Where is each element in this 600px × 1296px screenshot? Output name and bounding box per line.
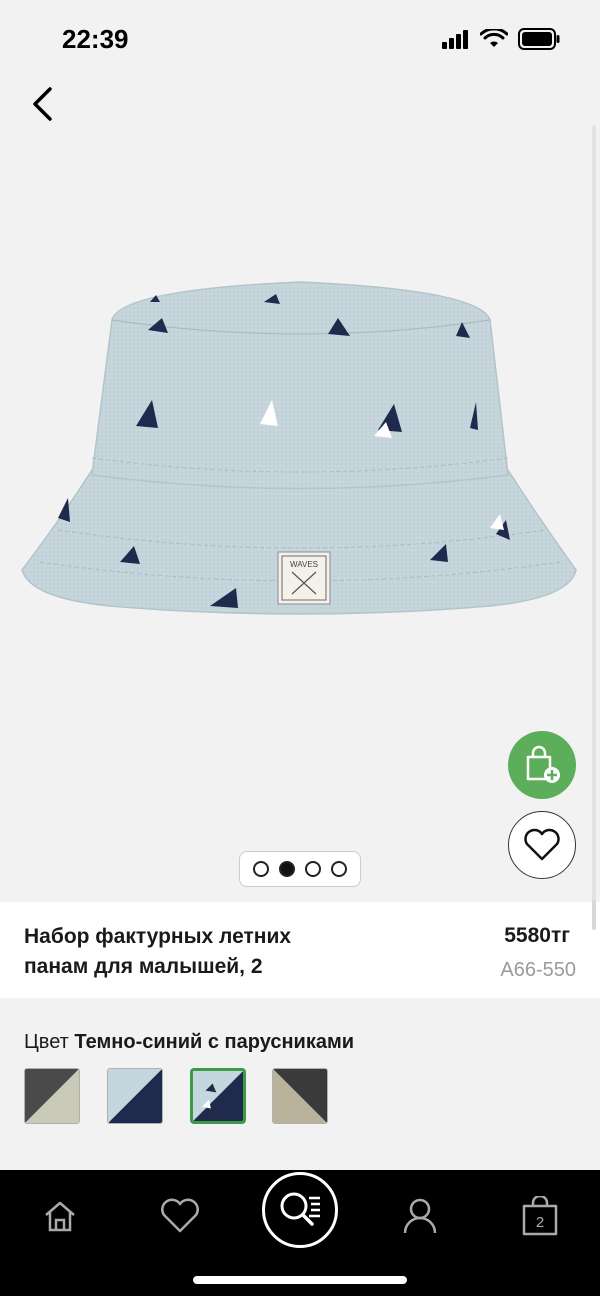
- tab-profile[interactable]: [390, 1186, 450, 1246]
- scrollbar-thumb[interactable]: [592, 900, 596, 930]
- back-button[interactable]: [20, 82, 64, 126]
- color-selector: Цвет Темно-синий с парусниками: [0, 998, 600, 1170]
- add-to-cart-button[interactable]: [508, 731, 576, 799]
- product-title: Набор фактурных летних панам для малышей…: [24, 925, 292, 978]
- gallery-pagination: [239, 851, 361, 887]
- scrollbar-track: [592, 125, 596, 925]
- home-icon: [45, 1201, 75, 1232]
- cart-count: 2: [536, 1214, 544, 1231]
- product-image: WAVES: [21, 281, 577, 615]
- gallery-dot[interactable]: [331, 861, 347, 877]
- tab-bar: 2: [0, 1170, 600, 1296]
- heart-icon: [524, 828, 560, 861]
- favorite-button[interactable]: [508, 811, 576, 879]
- search-list-icon: [280, 1192, 320, 1226]
- battery-icon: [518, 28, 560, 55]
- color-swatch-1[interactable]: [24, 1068, 80, 1124]
- tab-home[interactable]: [30, 1186, 90, 1246]
- shopping-bag-icon: 2: [522, 1196, 558, 1236]
- product-price: 5580тг: [504, 924, 570, 947]
- tab-search-catalog[interactable]: [262, 1172, 338, 1248]
- tab-favorites[interactable]: [150, 1186, 210, 1246]
- shopping-bag-add-icon: [526, 745, 560, 783]
- heart-icon: [161, 1198, 199, 1233]
- color-selected-name: Темно-синий с парусниками: [74, 1031, 355, 1053]
- color-swatch-3-selected[interactable]: [190, 1068, 246, 1124]
- gallery-dot[interactable]: [253, 861, 269, 877]
- status-time: 22:39: [62, 24, 129, 54]
- color-label: Цвет Темно-синий с парусниками: [24, 1031, 354, 1054]
- chevron-left-icon: [33, 87, 52, 121]
- product-sku: A66-550: [500, 959, 576, 981]
- hat-label-text: WAVES: [290, 560, 318, 569]
- status-icons: [442, 27, 560, 55]
- wifi-icon: [479, 27, 509, 54]
- signal-icon: [442, 29, 470, 54]
- status-bar: 22:39: [0, 0, 600, 80]
- gallery-dot[interactable]: [305, 861, 321, 877]
- gallery-dot-active[interactable]: [279, 861, 295, 877]
- home-indicator: [193, 1276, 407, 1284]
- tab-cart[interactable]: 2: [510, 1186, 570, 1246]
- product-info: Набор фактурных летних панам для малышей…: [0, 902, 600, 998]
- color-swatch-4[interactable]: [272, 1068, 328, 1124]
- color-label-prefix: Цвет: [24, 1031, 69, 1053]
- color-swatch-2[interactable]: [107, 1068, 163, 1124]
- user-icon: [403, 1198, 437, 1234]
